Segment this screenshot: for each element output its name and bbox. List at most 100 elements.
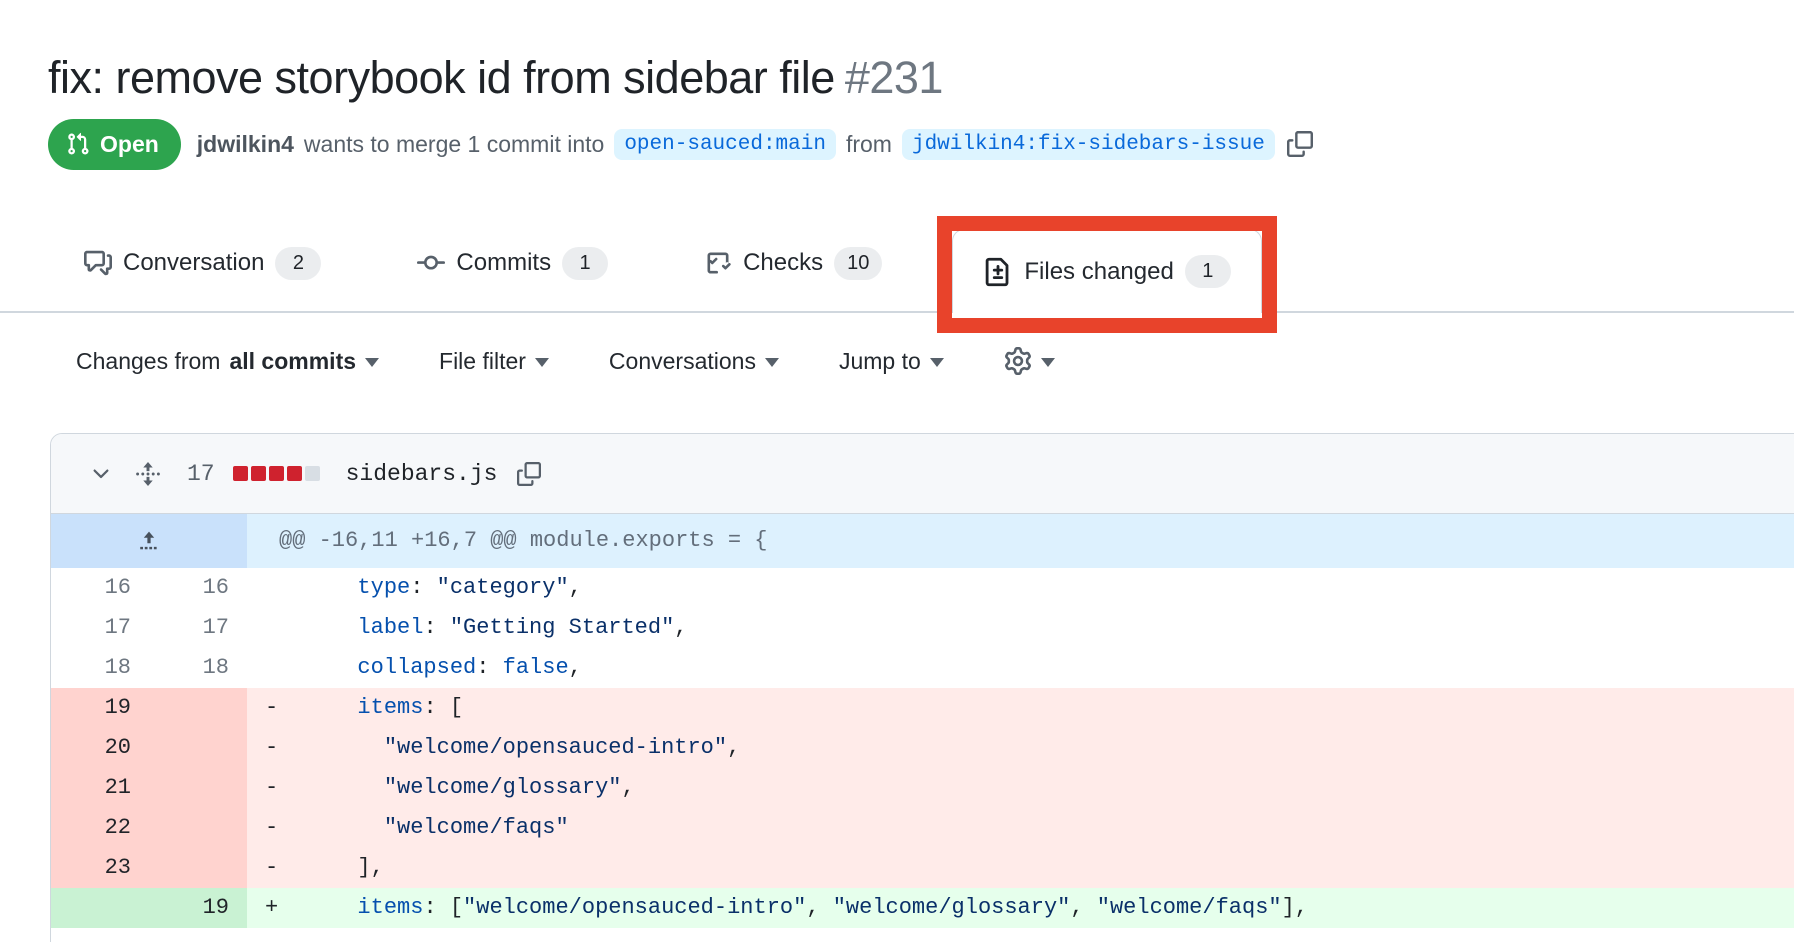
diff-line-row: 23 - ], bbox=[51, 848, 1794, 888]
fold-up-icon bbox=[136, 528, 162, 554]
expand-hunk-button[interactable] bbox=[51, 514, 247, 568]
diff-marker bbox=[265, 615, 357, 640]
code-line: - "welcome/glossary", bbox=[247, 768, 1794, 808]
tab-files-changed-count: 1 bbox=[1185, 255, 1231, 288]
pr-state-label: Open bbox=[100, 131, 159, 158]
changes-from-label: Changes from bbox=[76, 348, 220, 375]
old-line-number[interactable]: 18 bbox=[51, 648, 149, 688]
file-diff-icon bbox=[983, 257, 1013, 287]
collapse-file-button[interactable] bbox=[87, 460, 115, 488]
code-line: - "welcome/opensauced-intro", bbox=[247, 728, 1794, 768]
diffstat-square-del bbox=[269, 466, 284, 481]
diff-marker: - bbox=[265, 775, 384, 800]
diffstat-square-neutral bbox=[305, 466, 320, 481]
tab-checks-count: 10 bbox=[834, 247, 882, 280]
pr-author-link[interactable]: jdwilkin4 bbox=[197, 131, 294, 158]
diff-marker: - bbox=[265, 855, 357, 880]
pull-request-page: fix: remove storybook id from sidebar fi… bbox=[0, 0, 1794, 942]
diff-line-row: 1616 type: "category", bbox=[51, 568, 1794, 608]
code-line: label: "Getting Started", bbox=[247, 608, 1794, 648]
tab-checks[interactable]: Checks 10 bbox=[678, 214, 908, 312]
new-line-number[interactable] bbox=[149, 688, 247, 728]
new-line-number[interactable]: 16 bbox=[149, 568, 247, 608]
tab-conversation-count: 2 bbox=[275, 247, 321, 280]
tab-files-changed-label: Files changed bbox=[1024, 258, 1173, 286]
diffstat-squares bbox=[233, 466, 320, 481]
diff-line-row: 1818 collapsed: false, bbox=[51, 648, 1794, 688]
pr-tabbar: Conversation 2 Commits 1 Checks 10 Files… bbox=[0, 215, 1794, 313]
checklist-icon bbox=[704, 249, 732, 277]
unfold-icon bbox=[135, 461, 161, 487]
conversations-dropdown[interactable]: Conversations bbox=[603, 347, 785, 376]
diff-line-row: 21 - "welcome/glossary", bbox=[51, 768, 1794, 808]
tab-conversation-label: Conversation bbox=[123, 249, 264, 277]
new-line-number[interactable]: 19 bbox=[149, 888, 247, 928]
tab-commits-count: 1 bbox=[562, 247, 608, 280]
diff-marker: - bbox=[265, 695, 357, 720]
copy-file-path-button[interactable] bbox=[515, 460, 543, 488]
chevron-down-icon bbox=[89, 462, 113, 486]
old-line-number[interactable] bbox=[51, 888, 149, 928]
diff-table: @@ -16,11 +16,7 @@ module.exports = {161… bbox=[51, 514, 1794, 928]
head-branch-label[interactable]: jdwilkin4:fix-sidebars-issue bbox=[902, 129, 1275, 160]
old-line-number[interactable]: 17 bbox=[51, 608, 149, 648]
diffstat-square-del bbox=[287, 466, 302, 481]
file-diff-box: 17 sidebars.js @@ -16,11 +16,7 @@ module… bbox=[50, 433, 1794, 942]
chevron-down-icon bbox=[765, 358, 779, 367]
code-line: - items: [ bbox=[247, 688, 1794, 728]
old-line-number[interactable]: 16 bbox=[51, 568, 149, 608]
pr-state-badge: Open bbox=[48, 119, 181, 170]
pr-merge-sentence: jdwilkin4 wants to merge 1 commit into o… bbox=[197, 129, 1315, 160]
diff-marker bbox=[265, 655, 357, 680]
old-line-number[interactable]: 21 bbox=[51, 768, 149, 808]
code-line: - "welcome/faqs" bbox=[247, 808, 1794, 848]
diff-line-row: 22 - "welcome/faqs" bbox=[51, 808, 1794, 848]
comment-discussion-icon bbox=[84, 249, 112, 277]
changes-from-value: all commits bbox=[229, 348, 356, 375]
new-line-number[interactable]: 18 bbox=[149, 648, 247, 688]
diff-marker bbox=[265, 575, 357, 600]
copy-icon bbox=[517, 462, 541, 486]
new-line-number[interactable] bbox=[149, 728, 247, 768]
file-name-link[interactable]: sidebars.js bbox=[346, 461, 498, 487]
jump-to-dropdown[interactable]: Jump to bbox=[833, 347, 950, 376]
chevron-down-icon bbox=[365, 358, 379, 367]
code-line: collapsed: false, bbox=[247, 648, 1794, 688]
copy-branch-button[interactable] bbox=[1285, 129, 1315, 159]
diff-line-row: 20 - "welcome/opensauced-intro", bbox=[51, 728, 1794, 768]
tab-commits-label: Commits bbox=[456, 249, 551, 277]
new-line-number[interactable]: 17 bbox=[149, 608, 247, 648]
new-line-number[interactable] bbox=[149, 848, 247, 888]
new-line-number[interactable] bbox=[149, 808, 247, 848]
old-line-number[interactable]: 22 bbox=[51, 808, 149, 848]
chevron-down-icon bbox=[535, 358, 549, 367]
code-line: - ], bbox=[247, 848, 1794, 888]
base-branch-label[interactable]: open-sauced:main bbox=[614, 129, 836, 160]
old-line-number[interactable]: 23 bbox=[51, 848, 149, 888]
file-filter-label: File filter bbox=[439, 348, 526, 375]
pr-title-text: fix: remove storybook id from sidebar fi… bbox=[48, 52, 835, 103]
file-header: 17 sidebars.js bbox=[51, 434, 1794, 514]
code-line: type: "category", bbox=[247, 568, 1794, 608]
hunk-header-text: @@ -16,11 +16,7 @@ module.exports = { bbox=[247, 514, 1794, 568]
pr-number: #231 bbox=[845, 52, 943, 103]
diff-hunk-row: @@ -16,11 +16,7 @@ module.exports = { bbox=[51, 514, 1794, 568]
merge-text: wants to merge 1 commit into bbox=[304, 131, 604, 158]
tab-commits[interactable]: Commits 1 bbox=[391, 214, 634, 312]
file-changes-count: 17 bbox=[187, 461, 215, 487]
tab-conversation[interactable]: Conversation 2 bbox=[58, 214, 347, 312]
diff-toolbar: Changes from all commits File filter Con… bbox=[70, 346, 1061, 376]
new-line-number[interactable] bbox=[149, 768, 247, 808]
git-commit-icon bbox=[417, 249, 445, 277]
diffstat-square-del bbox=[233, 466, 248, 481]
diff-marker: - bbox=[265, 735, 384, 760]
pr-meta-row: Open jdwilkin4 wants to merge 1 commit i… bbox=[48, 116, 1315, 172]
old-line-number[interactable]: 19 bbox=[51, 688, 149, 728]
file-filter-dropdown[interactable]: File filter bbox=[433, 347, 555, 376]
changes-from-dropdown[interactable]: Changes from all commits bbox=[70, 347, 385, 376]
tab-files-changed[interactable]: Files changed 1 bbox=[952, 229, 1261, 313]
old-line-number[interactable]: 20 bbox=[51, 728, 149, 768]
expand-all-button[interactable] bbox=[133, 459, 163, 489]
diff-settings-dropdown[interactable] bbox=[998, 346, 1061, 376]
tab-checks-label: Checks bbox=[743, 249, 823, 277]
